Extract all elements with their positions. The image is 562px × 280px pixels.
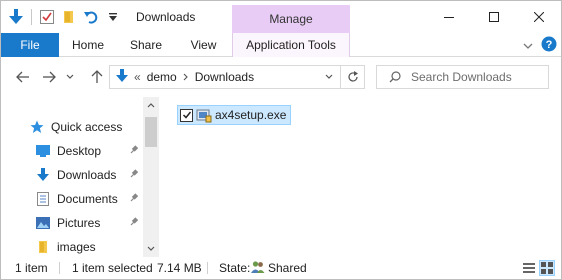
state-label: State: [219,261,251,275]
forward-button[interactable] [39,67,59,87]
tab-manage[interactable]: Manage [232,5,350,33]
file-name: ax4setup.exe [215,108,287,122]
title-bar: Downloads Manage [1,1,561,33]
close-button[interactable] [516,1,561,33]
documents-icon [35,191,51,207]
customize-dropdown-icon[interactable] [104,8,122,26]
location-download-icon [116,68,128,86]
status-bar: 1 item 1 item selected 7.14 MB State: Sh… [1,257,561,279]
undo-icon[interactable] [82,8,100,26]
scroll-up-icon[interactable] [143,97,159,113]
close-icon [533,12,544,22]
tab-file[interactable]: File [1,33,59,57]
breadcrumb-downloads[interactable]: Downloads [195,70,254,84]
sidebar-item-images[interactable]: images [35,235,143,259]
scrollbar-thumb[interactable] [145,117,157,147]
sidebar-item-label: Quick access [51,120,123,134]
breadcrumb-separator-icon[interactable] [183,70,189,84]
refresh-button[interactable] [340,66,364,88]
item-count: 1 item [15,261,48,275]
maximize-icon [488,12,499,22]
up-button[interactable] [87,67,107,87]
up-arrow-icon [91,70,103,83]
navigation-pane: Quick access Desktop Downloads Documents… [1,97,159,257]
tab-view[interactable]: View [175,33,232,57]
new-folder-icon[interactable] [60,8,78,26]
pin-icon [127,143,141,157]
help-icon[interactable]: ? [541,36,557,55]
breadcrumb-demo[interactable]: demo [147,70,177,84]
pin-icon [127,167,141,181]
view-switcher [521,260,555,276]
search-input[interactable] [411,70,541,84]
installer-icon [196,107,212,123]
pin-icon [127,215,141,229]
list-item[interactable]: ax4setup.exe [177,105,292,125]
search-box[interactable] [376,65,549,89]
downloads-arrow-icon[interactable] [7,8,25,26]
minimize-button[interactable] [426,1,471,33]
window-controls [426,1,561,33]
sidebar-item-desktop[interactable]: Desktop [35,139,143,163]
sidebar-item-documents[interactable]: Documents [35,187,143,211]
address-history-dropdown[interactable] [318,66,340,88]
address-bar[interactable]: « demo Downloads [109,65,365,89]
quick-access-toolbar [7,7,122,27]
breadcrumb: « demo Downloads [110,68,318,86]
status-divider [207,262,208,274]
sidebar-item-label: Pictures [57,216,101,230]
back-button[interactable] [13,67,33,87]
sidebar-item-label: images [57,240,96,254]
tab-manage-label: Manage [269,12,313,26]
download-icon [35,167,51,183]
properties-check-icon[interactable] [38,8,56,26]
desktop-icon [35,143,51,159]
folder-icon [35,239,51,255]
item-checkbox[interactable] [180,108,193,122]
forward-arrow-icon [43,71,56,83]
recent-locations-button[interactable] [64,67,76,87]
toolbar-divider [31,9,32,25]
chevron-down-icon [66,74,74,79]
tab-home[interactable]: Home [59,33,117,57]
search-icon [383,66,407,88]
chevron-down-icon [325,74,333,79]
status-divider [59,262,60,274]
sidebar-item-pictures[interactable]: Pictures [35,211,143,235]
selection-count: 1 item selected [72,261,153,275]
address-row: « demo Downloads [1,57,561,97]
pin-icon [127,191,141,205]
large-icons-view-icon[interactable] [539,260,555,276]
tab-application-tools[interactable]: Application Tools [232,33,350,57]
sidebar-item-label: Desktop [57,144,102,158]
minimize-icon [443,17,454,18]
sidebar-item-label: Downloads [57,168,117,182]
ribbon-tabs: File Home Share View Application Tools ? [1,33,561,57]
window-title: Downloads [136,10,196,24]
selection-size: 7.14 MB [157,261,202,275]
expand-ribbon-icon[interactable] [523,39,533,53]
sidebar-item-quick-access[interactable]: Quick access [29,115,143,139]
scroll-down-icon[interactable] [143,241,159,257]
star-icon [29,119,45,135]
checkmark-icon [182,111,191,119]
sidebar-item-label: Documents [57,192,118,206]
sidebar-item-downloads[interactable]: Downloads [35,163,143,187]
breadcrumb-overflow[interactable]: « [134,70,141,84]
state-value: Shared [268,261,307,275]
back-arrow-icon [16,71,29,83]
ribbon-right-controls: ? [523,36,557,55]
maximize-button[interactable] [471,1,516,33]
svg-text:?: ? [546,39,553,51]
file-list: ax4setup.exe [159,97,561,257]
explorer-window: Downloads Manage File Home Share View Ap… [0,0,562,280]
pictures-icon [35,215,51,231]
details-view-icon[interactable] [521,260,537,276]
refresh-icon [347,71,358,82]
shared-users-icon [251,260,265,277]
tab-share[interactable]: Share [117,33,175,57]
navigation-scrollbar[interactable] [143,97,159,257]
